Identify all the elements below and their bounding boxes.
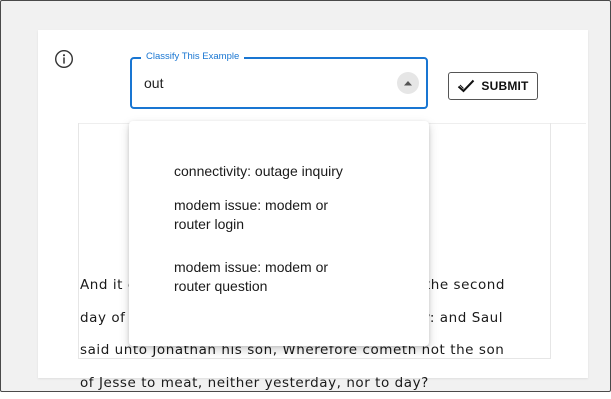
submit-label: SUBMIT: [481, 79, 529, 93]
classify-input[interactable]: [144, 73, 374, 93]
app-frame: And it came to pass on the morrow, which…: [0, 0, 611, 392]
passage-line: of Jesse to meat, neither yesterday, nor…: [80, 374, 429, 391]
submit-button[interactable]: SUBMIT: [448, 72, 538, 100]
classify-field-label: Classify This Example: [141, 51, 245, 63]
dropdown-option[interactable]: modem issue: modem or router login: [174, 196, 364, 234]
dropdown-option[interactable]: connectivity: outage inquiry: [174, 162, 404, 181]
info-icon[interactable]: [54, 49, 74, 69]
checkmark-icon: [458, 79, 475, 93]
caret-up-icon: [404, 81, 412, 86]
classification-dropdown: connectivity: outage inquiry modem issue…: [129, 121, 429, 346]
dropdown-toggle-button[interactable]: [397, 72, 419, 94]
classify-autocomplete[interactable]: Classify This Example: [130, 51, 428, 109]
dropdown-option[interactable]: modem issue: modem or router question: [174, 258, 364, 296]
